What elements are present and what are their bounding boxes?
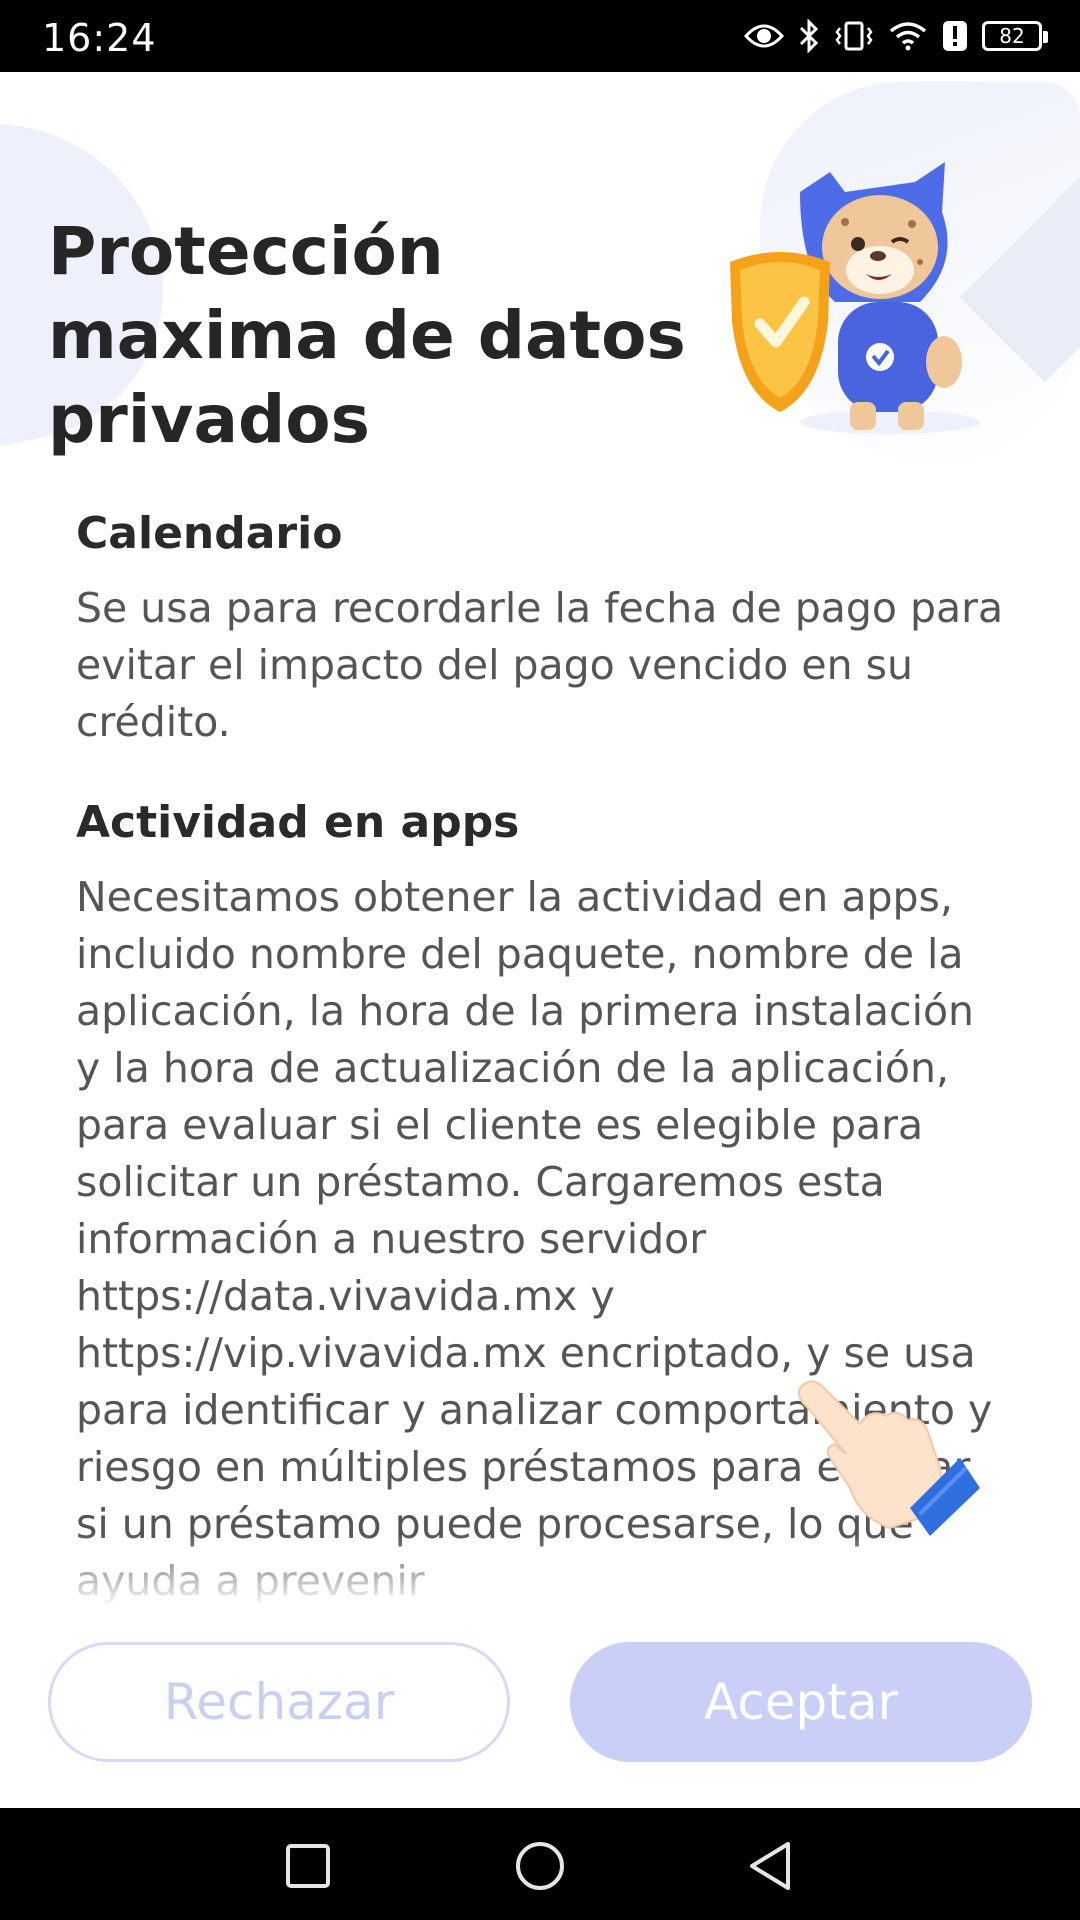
battery-icon: 82 (982, 21, 1048, 51)
recents-icon[interactable] (280, 1838, 336, 1894)
navigation-bar (0, 1808, 1080, 1920)
status-icons: 82 (744, 16, 1048, 56)
pointing-hand-icon (798, 1380, 980, 1536)
section-title: Calendario (76, 508, 343, 559)
reject-button[interactable]: Rechazar (48, 1642, 510, 1762)
section-body: Se usa para recordarle la fecha de pago … (76, 584, 1004, 746)
battery-level: 82 (999, 24, 1025, 48)
alert-icon (943, 21, 967, 51)
permission-section-calendar: Calendario Se usa para recordarle la fec… (0, 506, 1080, 751)
page-title: Protección maxima de datos privados (48, 213, 686, 458)
footer-actions: Rechazar Aceptar (0, 1604, 1080, 1808)
vibrate-icon (835, 21, 873, 51)
eye-icon (744, 24, 784, 48)
status-time: 16:24 (42, 16, 157, 60)
home-icon[interactable] (512, 1838, 568, 1894)
back-icon[interactable] (742, 1838, 798, 1894)
status-bar: 16:24 82 (0, 0, 1080, 72)
section-title: Actividad en apps (76, 797, 520, 848)
bluetooth-icon (799, 19, 819, 53)
header: Protección maxima de datos privados (0, 72, 1080, 482)
scroll-fade (0, 1534, 1080, 1604)
mascot-shield-illustration (730, 162, 980, 434)
accept-button[interactable]: Aceptar (570, 1642, 1032, 1762)
wifi-icon (889, 22, 927, 51)
